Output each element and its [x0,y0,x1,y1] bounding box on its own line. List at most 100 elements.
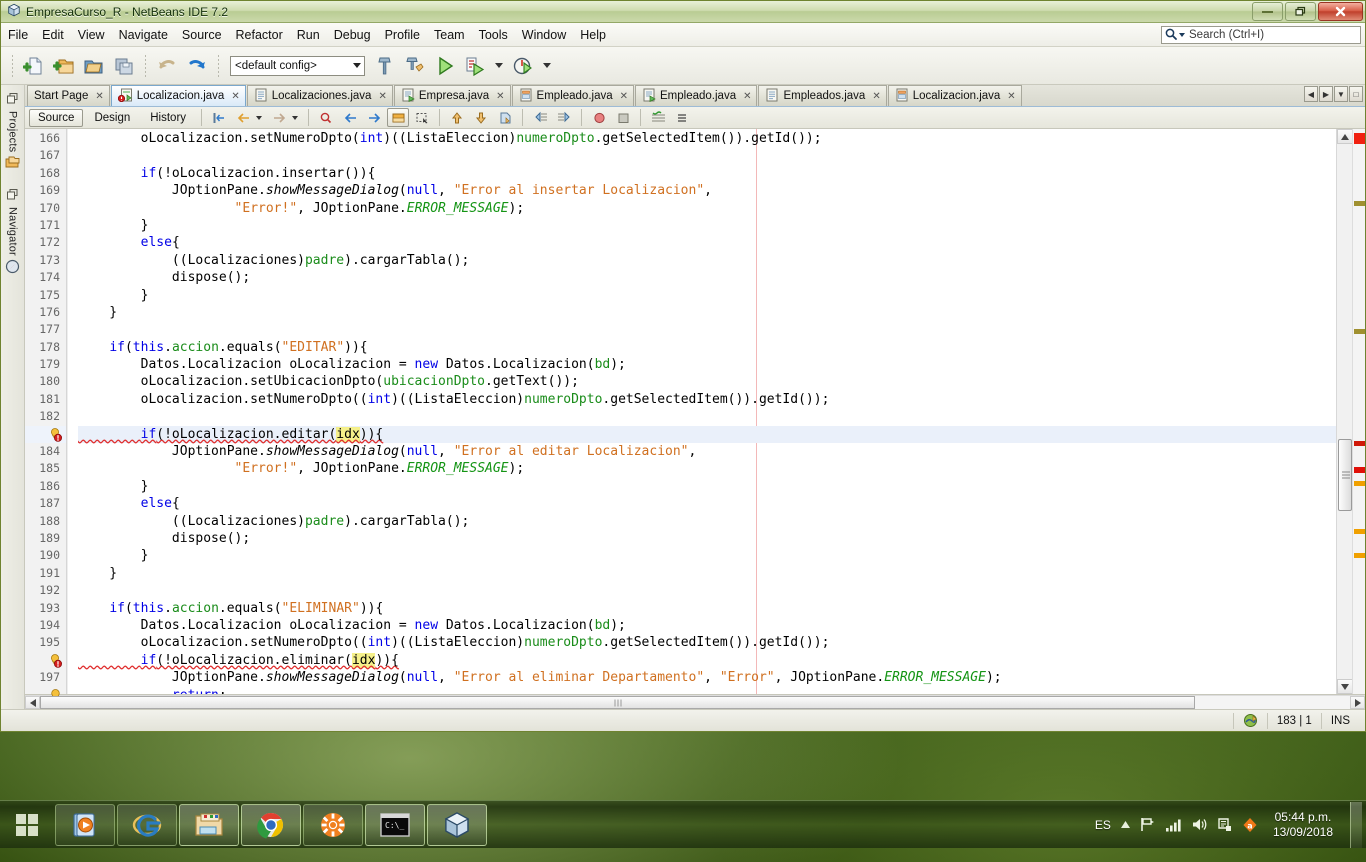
code-line[interactable]: JOptionPane.showMessageDialog(null, "Err… [78,182,1336,199]
run-project-button[interactable] [431,52,459,80]
network-signal-icon[interactable] [1165,818,1182,832]
taskbar-media-player[interactable] [55,803,115,846]
tab-empleado-java-main[interactable]: Empleado.java ✕ [635,85,758,106]
menu-source[interactable]: Source [175,25,229,45]
tab-history[interactable]: History [141,109,195,127]
tabs-scroll-left-button[interactable]: ◀ [1304,86,1318,102]
code-line[interactable]: oLocalizacion.setNumeroDpto(int)((ListaE… [78,130,1336,147]
tab-empleado-java-form[interactable]: Empleado.java ✕ [511,85,635,106]
error-strip-mark[interactable] [1354,441,1365,446]
sidebar-item-navigator[interactable]: Navigator [5,185,20,280]
menu-refactor[interactable]: Refactor [229,25,290,45]
tray-expand-icon[interactable] [1120,820,1131,829]
menu-file[interactable]: File [1,25,35,45]
code-line[interactable]: oLocalizacion.setUbicacionDpto(ubicacion… [78,373,1336,390]
scroll-right-button[interactable] [1350,696,1365,709]
gutter-annotation[interactable] [25,425,66,444]
insert-mode-indicator[interactable]: INS [1320,712,1359,729]
code-line[interactable]: } [78,478,1336,495]
gutter-annotation[interactable] [25,652,66,669]
avast-icon[interactable]: a [1242,817,1258,833]
menu-run[interactable]: Run [290,25,327,45]
code-line[interactable] [78,582,1336,599]
tab-start-page[interactable]: Start Page ✕ [27,85,110,106]
error-strip-mark[interactable] [1354,467,1365,473]
taskbar-command-prompt[interactable]: C:\_ [365,803,425,846]
tab-localizacion-java-form[interactable]: Localizacion.java ✕ [887,85,1022,106]
volume-icon[interactable] [1191,817,1208,832]
chevron-down-icon[interactable] [256,115,263,120]
scroll-down-button[interactable] [1337,679,1353,694]
code-line[interactable]: JOptionPane.showMessageDialog(null, "Err… [78,443,1336,460]
menu-help[interactable]: Help [573,25,613,45]
taskbar-file-explorer[interactable] [179,803,239,846]
tray-language-indicator[interactable]: ES [1095,818,1111,832]
scroll-up-button[interactable] [1337,129,1353,144]
error-strip-mark[interactable] [1354,133,1365,144]
close-icon[interactable]: ✕ [1007,91,1015,102]
toggle-bookmark-icon[interactable] [494,108,516,127]
back-icon[interactable] [232,108,254,127]
tab-empleados-java[interactable]: Empleados.java ✕ [758,85,887,106]
code-line[interactable] [78,321,1336,338]
code-line[interactable]: } [78,565,1336,582]
vertical-scrollbar[interactable] [1336,129,1353,694]
tab-empresa-java[interactable]: Empresa.java ✕ [393,85,511,106]
stop-icon[interactable] [612,108,634,127]
profile-project-button[interactable] [509,52,537,80]
tabs-scroll-right-button[interactable]: ▶ [1319,86,1333,102]
code-line[interactable]: if(this.accion.equals("ELIMINAR")){ [78,600,1336,617]
close-icon[interactable]: ✕ [95,91,103,102]
chevron-down-icon[interactable] [495,63,503,68]
minimize-window-icon[interactable] [6,188,19,204]
code-line[interactable]: else{ [78,495,1336,512]
menu-navigate[interactable]: Navigate [112,25,175,45]
code-line[interactable]: } [78,287,1336,304]
code-line[interactable]: Datos.Localizacion oLocalizacion = new D… [78,356,1336,373]
menu-profile[interactable]: Profile [378,25,427,45]
menu-debug[interactable]: Debug [327,25,378,45]
build-project-button[interactable] [371,52,399,80]
tabs-maximize-button[interactable]: □ [1349,86,1363,102]
code-text-area[interactable]: oLocalizacion.setNumeroDpto(int)((ListaE… [67,129,1336,694]
menu-window[interactable]: Window [515,25,573,45]
toggle-breakpoint-icon[interactable] [588,108,610,127]
notifications-icon[interactable] [1232,712,1267,729]
restore-button[interactable] [1285,2,1316,21]
code-line[interactable]: JOptionPane.showMessageDialog(null, "Err… [78,669,1336,686]
show-desktop-button[interactable] [1350,801,1362,848]
forward-icon[interactable] [268,108,290,127]
code-line[interactable]: else{ [78,234,1336,251]
minimize-button[interactable] [1252,2,1283,21]
overflow-icon[interactable] [671,108,693,127]
chevron-down-icon[interactable] [543,63,551,68]
last-edit-icon[interactable] [208,108,230,127]
taskbar-settings[interactable] [303,803,363,846]
error-strip-mark[interactable] [1354,481,1365,486]
code-line[interactable]: ((Localizaciones)padre).cargarTabla(); [78,513,1336,530]
find-next-icon[interactable] [363,108,385,127]
code-line[interactable]: ((Localizaciones)padre).cargarTabla(); [78,252,1336,269]
error-annotation-strip[interactable] [1352,129,1365,694]
close-icon[interactable]: ✕ [620,91,628,102]
code-line[interactable]: if(this.accion.equals("EDITAR")){ [78,339,1336,356]
taskbar-internet-explorer[interactable] [117,803,177,846]
shift-right-icon[interactable] [553,108,575,127]
tab-localizacion-java-active[interactable]: Localizacion.java ✕ [110,85,246,106]
minimize-window-icon[interactable] [6,92,19,108]
clean-build-button[interactable] [401,52,429,80]
find-selection-icon[interactable] [315,108,337,127]
clock[interactable]: 05:44 p.m. 13/09/2018 [1267,810,1339,840]
diff-icon[interactable] [647,108,669,127]
code-line[interactable] [78,408,1336,425]
menu-view[interactable]: View [71,25,112,45]
code-line[interactable]: } [78,217,1336,234]
save-all-button[interactable] [110,52,138,80]
chevron-down-icon[interactable] [353,63,361,68]
code-line[interactable]: } [78,304,1336,321]
find-previous-icon[interactable] [339,108,361,127]
action-center-icon[interactable] [1217,817,1233,833]
undo-button[interactable] [153,52,181,80]
vertical-scrollbar-thumb[interactable] [1338,439,1352,511]
tabs-dropdown-button[interactable]: ▼ [1334,86,1348,102]
